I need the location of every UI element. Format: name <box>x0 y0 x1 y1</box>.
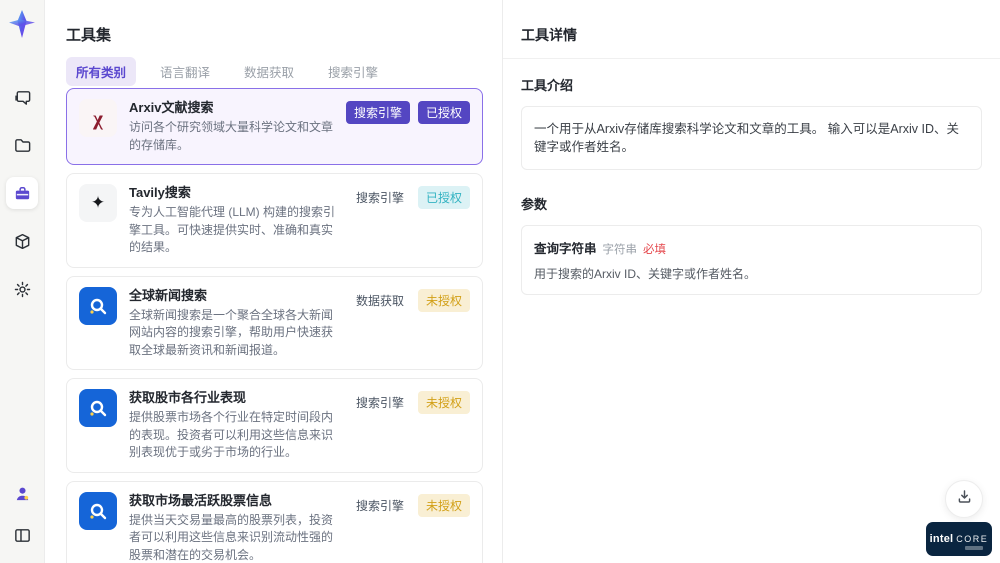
parameter-description: 用于搜索的Arxiv ID、关键字或作者姓名。 <box>534 267 757 281</box>
category-tab-2[interactable]: 数据获取 <box>234 57 304 86</box>
category-tab-1[interactable]: 语言翻译 <box>150 57 220 86</box>
tool-description: 专为人工智能代理 (LLM) 构建的搜索引擎工具。可快速提供实时、准确和真实的结… <box>129 205 336 254</box>
tool-name: Tavily搜索 <box>129 185 191 200</box>
arxiv-icon: χ <box>79 99 117 137</box>
app-logo-icon <box>7 9 37 39</box>
stock-search-icon <box>79 389 117 427</box>
tool-description: 提供股票市场各个行业在特定时间段内的表现。投资者可以利用这些信息来识别表现优于或… <box>129 410 334 459</box>
tool-card[interactable]: 获取股市各行业表现 提供股票市场各个行业在特定时间段内的表现。投资者可以利用这些… <box>66 378 483 473</box>
left-icon-rail <box>0 0 45 563</box>
intel-brand-text: intel <box>929 533 954 545</box>
tool-card[interactable]: 获取市场最活跃股票信息 提供当天交易量最高的股票列表，投资者可以利用这些信息来识… <box>66 480 483 563</box>
tool-category-badge: 搜索引擎 <box>355 396 404 410</box>
download-icon <box>956 488 973 510</box>
intel-core-logo: intel CORE <box>926 522 992 556</box>
intro-section-heading: 工具介绍 <box>521 78 574 93</box>
collapse-panel-button[interactable] <box>6 519 38 551</box>
user-avatar-icon <box>13 484 32 503</box>
tool-status-badge: 未授权 <box>417 391 470 414</box>
tool-name: Arxiv文献搜索 <box>129 100 214 115</box>
user-avatar[interactable] <box>6 477 38 509</box>
sparkle-icon: ✦ <box>79 184 117 222</box>
sidebar-item-tools[interactable] <box>6 177 38 209</box>
tool-name: 获取股市各行业表现 <box>129 390 247 405</box>
parameter-card: 查询字符串 字符串 必填 用于搜索的Arxiv ID、关键字或作者姓名。 <box>521 225 982 295</box>
folder-icon <box>13 136 32 155</box>
tool-category-badge: 搜索引擎 <box>355 191 404 205</box>
sidebar-item-files[interactable] <box>6 129 38 161</box>
sidebar-item-settings[interactable] <box>6 273 38 305</box>
settings-icon <box>13 280 32 299</box>
stock-search-icon <box>79 491 117 530</box>
tool-name: 全球新闻搜索 <box>129 287 208 303</box>
parameter-required-flag: 必填 <box>643 244 667 256</box>
download-button[interactable] <box>945 480 983 518</box>
tool-name: 获取市场最活跃股票信息 <box>129 492 273 508</box>
news-search-icon <box>79 286 117 325</box>
tool-card[interactable]: ✦ Tavily搜索 专为人工智能代理 (LLM) 构建的搜索引擎工具。可快速提… <box>66 173 483 268</box>
tool-status-badge: 未授权 <box>417 493 470 517</box>
sidebar-item-packages[interactable] <box>6 225 38 257</box>
tool-status-badge: 未授权 <box>417 288 470 312</box>
tool-description: 全球新闻搜索是一个聚合全球各大新闻网站内容的搜索引擎，帮助用户快速获取全球最新资… <box>129 307 334 357</box>
parameter-name: 查询字符串 <box>534 242 597 256</box>
tool-card[interactable]: χ Arxiv文献搜索 访问各个研究领域大量科学论文和文章的存储库。 搜索引擎 … <box>66 88 483 165</box>
detail-panel-title: 工具详情 <box>503 0 1000 59</box>
tool-list-panel: 工具集 所有类别 语言翻译 数据获取 搜索引擎 χ Arxiv文献搜索 访问各个研究领… <box>46 0 538 563</box>
category-tab-0[interactable]: 所有类别 <box>66 57 137 86</box>
panel-toggle-icon <box>13 526 32 545</box>
category-tabs: 所有类别 语言翻译 数据获取 搜索引擎 <box>66 57 388 86</box>
intel-sub-mark <box>965 546 983 550</box>
tool-category-badge: 数据获取 <box>355 293 404 308</box>
category-tab-3[interactable]: 搜索引擎 <box>318 57 388 86</box>
package-icon <box>13 232 32 251</box>
params-section-heading: 参数 <box>521 197 548 212</box>
tool-category-badge: 搜索引擎 <box>345 101 410 124</box>
intel-product-text: CORE <box>956 534 989 544</box>
tool-card[interactable]: 全球新闻搜索 全球新闻搜索是一个聚合全球各大新闻网站内容的搜索引擎，帮助用户快速… <box>66 275 483 370</box>
tool-status-badge: 已授权 <box>417 186 470 209</box>
tool-detail-panel: 工具详情 工具介绍 一个用于从Arxiv存储库搜索科学论文和文章的工具。 输入可… <box>502 0 1000 563</box>
page-title: 工具集 <box>66 27 112 44</box>
chat-icon <box>13 88 32 107</box>
tool-description: 提供当天交易量最高的股票列表，投资者可以利用这些信息来识别流动性强的股票和潜在的… <box>129 512 334 562</box>
sidebar-item-chat[interactable] <box>6 81 38 113</box>
tool-status-badge: 已授权 <box>417 101 470 124</box>
tool-card-list: χ Arxiv文献搜索 访问各个研究领域大量科学论文和文章的存储库。 搜索引擎 … <box>66 88 483 563</box>
tool-category-badge: 搜索引擎 <box>355 498 404 513</box>
tool-description: 访问各个研究领域大量科学论文和文章的存储库。 <box>129 120 334 152</box>
toolbox-icon <box>13 184 32 203</box>
tool-intro-text: 一个用于从Arxiv存储库搜索科学论文和文章的工具。 输入可以是Arxiv ID… <box>521 106 982 170</box>
parameter-type: 字符串 <box>602 244 638 256</box>
